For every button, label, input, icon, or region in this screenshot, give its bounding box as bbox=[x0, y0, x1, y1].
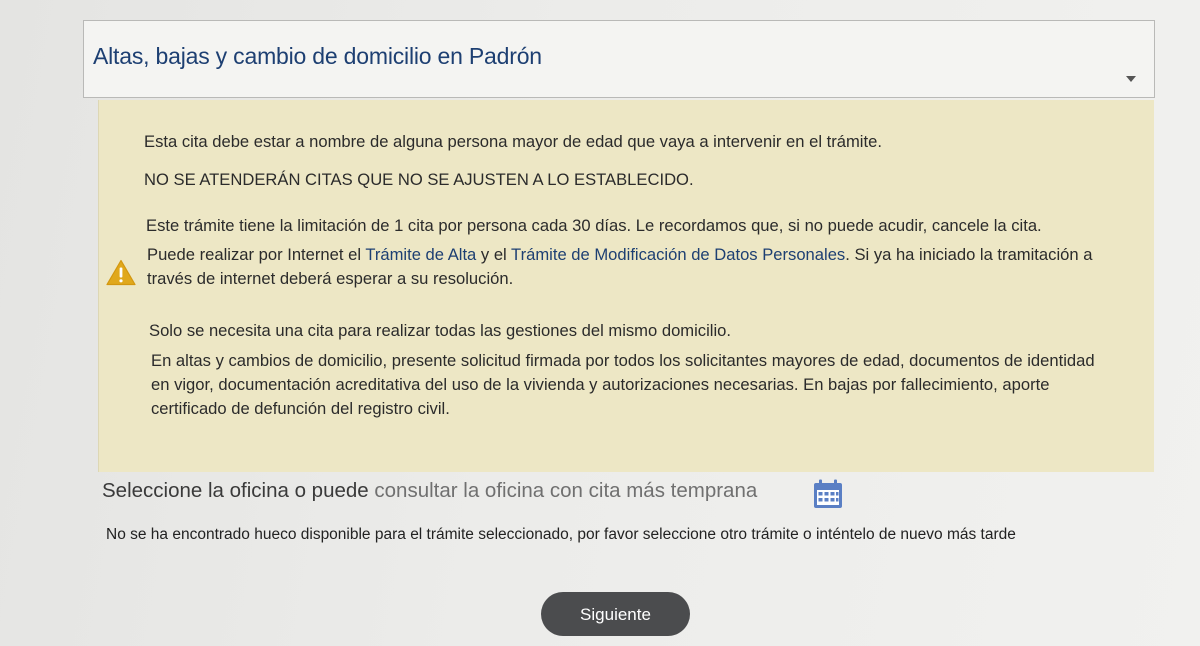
notice-line-2: NO SE ATENDERÁN CITAS QUE NO SE AJUSTEN … bbox=[144, 170, 694, 189]
notice-line-3: Este trámite tiene la limitación de 1 ci… bbox=[146, 216, 1042, 235]
no-slot-message: No se ha encontrado hueco disponible par… bbox=[106, 526, 1016, 543]
notice-line-4-prefix: Puede realizar por Internet el bbox=[147, 245, 366, 264]
notice-panel: Esta cita debe estar a nombre de alguna … bbox=[98, 100, 1154, 472]
notice-line-1: Esta cita debe estar a nombre de alguna … bbox=[144, 132, 882, 151]
chevron-down-icon[interactable] bbox=[1126, 76, 1136, 82]
link-tramite-alta[interactable]: Trámite de Alta bbox=[365, 245, 476, 264]
service-select[interactable]: Altas, bajas y cambio de domicilio en Pa… bbox=[83, 20, 1155, 98]
notice-line-4-mid: y el bbox=[476, 245, 512, 264]
office-selection-heading: Seleccione la oficina o puede consultar … bbox=[102, 479, 757, 503]
office-label: Seleccione la oficina o puede bbox=[102, 479, 369, 502]
notice-line-6: En altas y cambios de domicilio, present… bbox=[151, 351, 1095, 418]
service-select-value: Altas, bajas y cambio de domicilio en Pa… bbox=[93, 43, 542, 69]
notice-line-4: Puede realizar por Internet el Trámite d… bbox=[147, 243, 1107, 291]
warning-icon bbox=[106, 259, 136, 286]
next-button[interactable]: Siguiente bbox=[541, 592, 690, 636]
notice-line-5: Solo se necesita una cita para realizar … bbox=[149, 321, 731, 340]
link-tramite-modificacion[interactable]: Trámite de Modificación de Datos Persona… bbox=[511, 245, 845, 264]
calendar-icon[interactable] bbox=[812, 478, 844, 510]
earliest-office-link[interactable]: consultar la oficina con cita más tempra… bbox=[374, 479, 757, 502]
